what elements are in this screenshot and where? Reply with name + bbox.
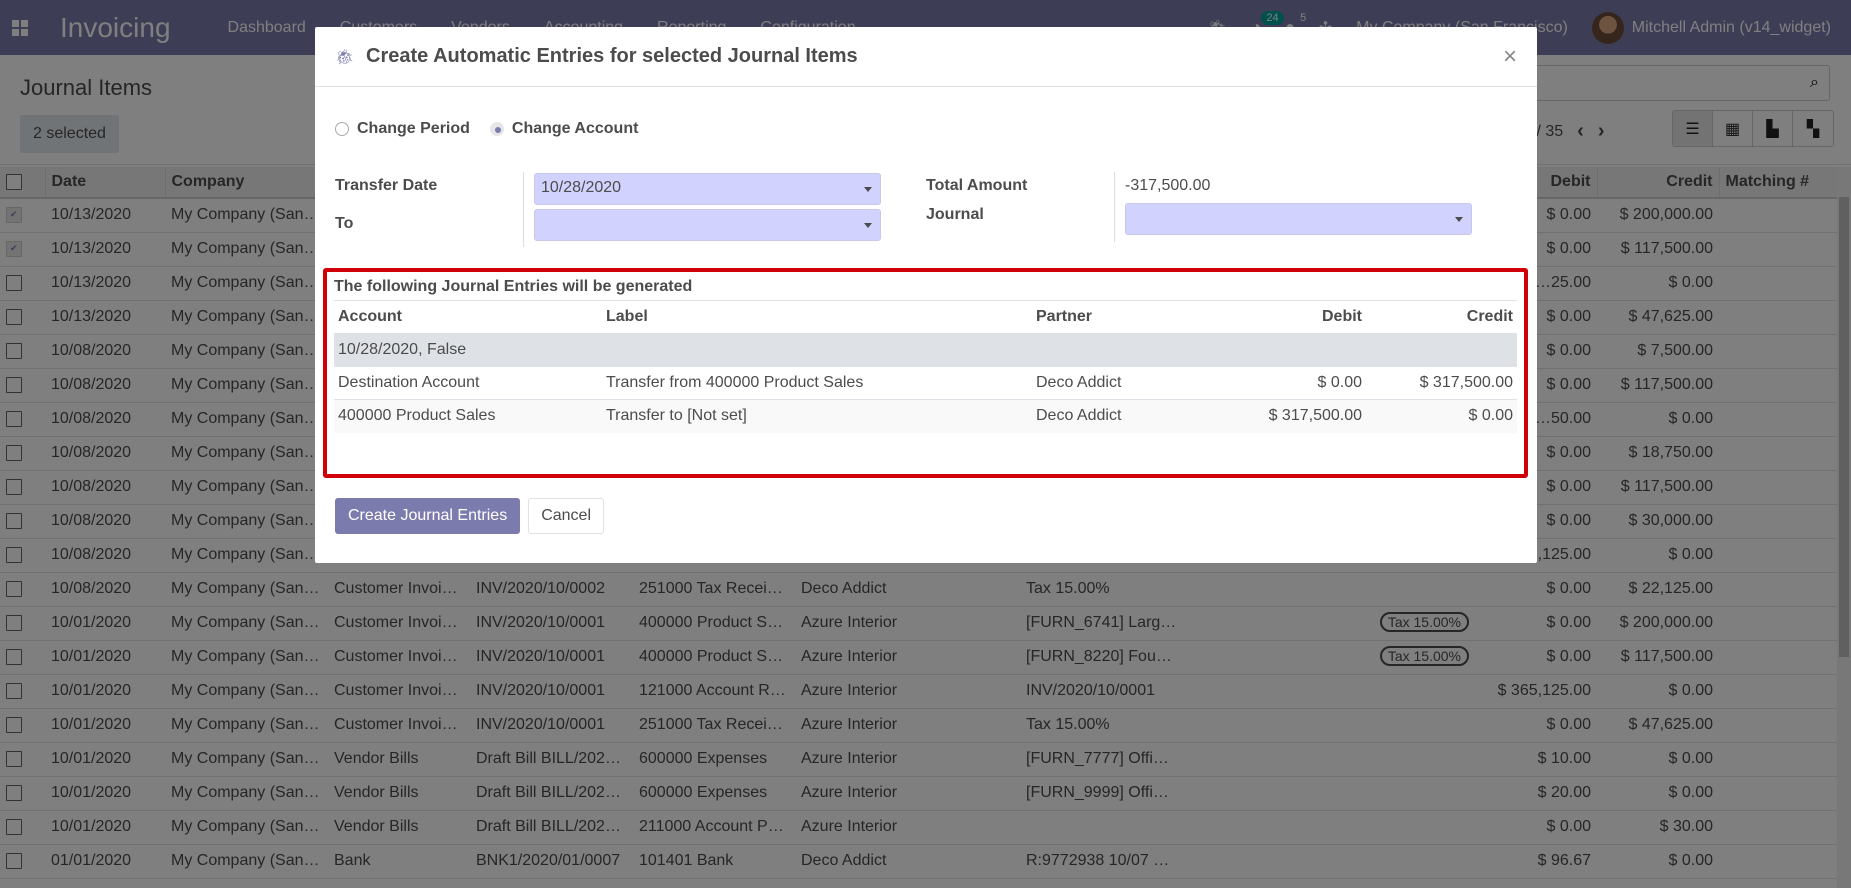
preview-col-credit: Credit (1366, 300, 1517, 334)
chevron-down-icon (864, 223, 872, 228)
preview-table: Account Label Partner Debit Credit 10/28… (334, 300, 1517, 433)
chevron-down-icon (864, 187, 872, 192)
radio-change-account-label: Change Account (511, 120, 639, 137)
radio-change-account-input[interactable] (489, 122, 504, 136)
preview-group-label: 10/28/2020, False (334, 333, 1517, 367)
modal-footer: Create Journal Entries Cancel (335, 498, 604, 534)
preview-header-row: Account Label Partner Debit Credit (334, 300, 1517, 334)
preview-line-account: Destination Account (334, 366, 602, 400)
debug-bug-icon: 🐞︎ (335, 48, 355, 66)
total-amount-label: Total Amount (926, 177, 1028, 194)
preview-line-label: Transfer to [Not set] (602, 399, 1032, 433)
preview-col-account: Account (334, 300, 602, 334)
create-automatic-entries-dialog: 🐞︎ Create Automatic Entries for selected… (315, 27, 1537, 563)
radio-change-account[interactable]: Change Account (489, 120, 639, 138)
radio-change-period-label: Change Period (357, 120, 470, 137)
preview-title: The following Journal Entries will be ge… (334, 278, 693, 295)
preview-line-credit: $ 317,500.00 (1366, 366, 1517, 400)
total-amount-value: -317,500.00 (1125, 177, 1211, 194)
create-journal-entries-button[interactable]: Create Journal Entries (335, 498, 521, 534)
radio-change-period-input[interactable] (335, 122, 349, 136)
preview-line-debit: $ 317,500.00 (1212, 399, 1366, 433)
entries-preview: The following Journal Entries will be ge… (323, 268, 1528, 478)
journal-field[interactable] (1125, 203, 1472, 235)
modal-title: Create Automatic Entries for selected Jo… (366, 45, 858, 67)
preview-line-label: Transfer from 400000 Product Sales (602, 366, 1032, 400)
preview-line-account: 400000 Product Sales (334, 399, 602, 433)
preview-line: 400000 Product Sales Transfer to [Not se… (334, 399, 1517, 433)
journal-label: Journal (926, 206, 984, 223)
preview-line-partner: Deco Addict (1032, 366, 1212, 400)
to-account-field[interactable] (534, 209, 881, 241)
cancel-button[interactable]: Cancel (528, 498, 604, 534)
preview-line-partner: Deco Addict (1032, 399, 1212, 433)
chevron-down-icon (1455, 217, 1463, 222)
preview-line-credit: $ 0.00 (1366, 399, 1517, 433)
transfer-date-value: 10/28/2020 (541, 179, 622, 196)
radio-change-period[interactable]: Change Period (335, 120, 470, 138)
preview-col-label: Label (602, 300, 1032, 334)
preview-col-partner: Partner (1032, 300, 1212, 334)
modal-header: 🐞︎ Create Automatic Entries for selected… (315, 27, 1537, 87)
to-label: To (335, 215, 354, 232)
field-separator (523, 172, 524, 247)
transfer-date-label: Transfer Date (335, 177, 438, 194)
preview-group-row: 10/28/2020, False (334, 333, 1517, 367)
preview-line: Destination Account Transfer from 400000… (334, 366, 1517, 400)
preview-line-debit: $ 0.00 (1212, 366, 1366, 400)
preview-col-debit: Debit (1212, 300, 1366, 334)
close-button[interactable]: × (1503, 44, 1517, 69)
field-separator (1114, 172, 1115, 242)
action-radio-group: Change Period Change Account (335, 120, 638, 138)
transfer-date-field[interactable]: 10/28/2020 (534, 173, 881, 205)
